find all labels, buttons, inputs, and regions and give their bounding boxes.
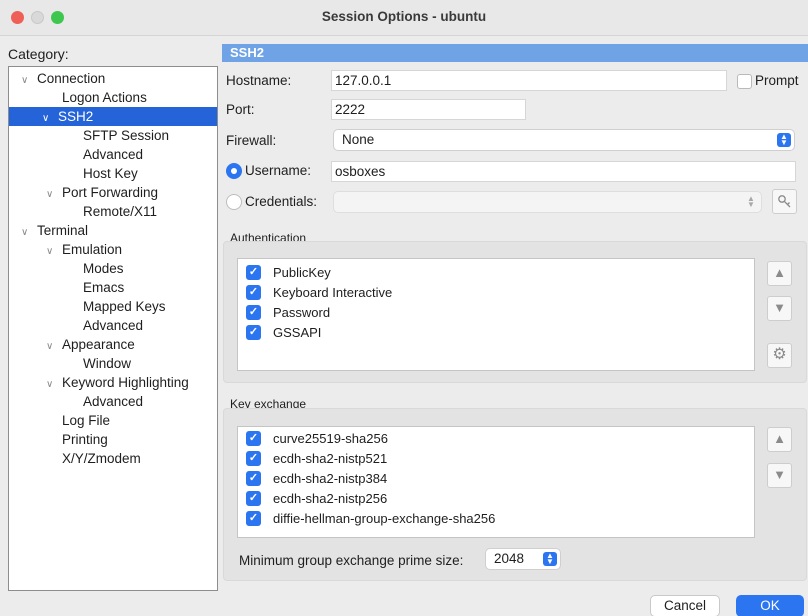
username-radio[interactable] (226, 163, 242, 179)
checkbox[interactable]: ✓ (246, 305, 261, 321)
tree-item-emulation-advanced[interactable]: Advanced (83, 316, 143, 335)
chevron-updown-icon: ▲ ▼ (747, 194, 755, 209)
tree-item-log-file[interactable]: Log File (62, 411, 110, 430)
list-item[interactable]: ✓ curve25519-sha256 (246, 430, 388, 448)
authentication-list[interactable]: ✓ PublicKey ✓ Keyboard Interactive ✓ Passwo… (237, 258, 755, 371)
arrow-up-icon[interactable]: ▲ (767, 427, 792, 452)
ok-button[interactable]: OK (736, 595, 804, 616)
tree-item-connection[interactable]: ∨ Connection (21, 69, 105, 88)
prompt-checkbox[interactable] (737, 74, 752, 89)
gear-icon[interactable]: ⚙ (767, 343, 792, 368)
tree-item-mapped-keys[interactable]: Mapped Keys (83, 297, 166, 316)
firewall-label: Firewall: (226, 133, 277, 148)
checkbox[interactable]: ✓ (246, 265, 261, 281)
checkbox[interactable]: ✓ (246, 325, 261, 341)
list-item[interactable]: ✓ ecdh-sha2-nistp521 (246, 450, 387, 468)
chevron-updown-icon: ▲ ▼ (543, 552, 557, 566)
tree-item-printing[interactable]: Printing (62, 430, 108, 449)
hostname-field[interactable]: 127.0.0.1 (331, 70, 727, 91)
tree-item-logon-actions[interactable]: Logon Actions (62, 88, 147, 107)
list-item[interactable]: ✓ diffie-hellman-group-exchange-sha256 (246, 510, 495, 528)
key-exchange-group: ✓ curve25519-sha256 ✓ ecdh-sha2-nistp521 ✓… (223, 408, 807, 581)
tree-item-emacs[interactable]: Emacs (83, 278, 124, 297)
username-label: Username: (245, 163, 312, 178)
tree-item-window[interactable]: Window (83, 354, 131, 373)
key-icon[interactable] (772, 189, 797, 214)
checkbox[interactable]: ✓ (246, 451, 261, 467)
arrow-up-icon[interactable]: ▲ (767, 261, 792, 286)
firewall-select[interactable]: None ▲ ▼ (333, 129, 795, 151)
port-field[interactable]: 2222 (331, 99, 526, 120)
tree-item-host-key[interactable]: Host Key (83, 164, 138, 183)
credentials-select[interactable]: ▲ ▼ (333, 191, 762, 213)
tree-item-xyzmodem[interactable]: X/Y/Zmodem (62, 449, 141, 468)
chevron-down-icon[interactable]: ∨ (46, 242, 62, 261)
cancel-button[interactable]: Cancel (650, 595, 720, 616)
username-field[interactable]: osboxes (331, 161, 796, 182)
list-item[interactable]: ✓ Keyboard Interactive (246, 284, 392, 302)
key-exchange-list[interactable]: ✓ curve25519-sha256 ✓ ecdh-sha2-nistp521 ✓… (237, 426, 755, 538)
chevron-down-icon[interactable]: ∨ (46, 375, 62, 394)
min-prime-select[interactable]: 2048 ▲ ▼ (485, 548, 561, 570)
tree-item-keyword-highlighting[interactable]: ∨ Keyword Highlighting (46, 373, 189, 392)
chevron-down-icon[interactable]: ∨ (21, 71, 37, 90)
tree-item-terminal[interactable]: ∨ Terminal (21, 221, 88, 240)
chevron-down-icon[interactable]: ∨ (46, 337, 62, 356)
chevron-updown-icon: ▲ ▼ (777, 133, 791, 147)
tree-item-remote-x11[interactable]: Remote/X11 (83, 202, 157, 221)
tree-item-sftp-session[interactable]: SFTP Session (83, 126, 169, 145)
window-title: Session Options - ubuntu (321, 9, 487, 24)
credentials-label: Credentials: (245, 194, 318, 209)
title-bar: Session Options - ubuntu (0, 0, 808, 36)
credentials-radio[interactable] (226, 194, 242, 210)
tree-item-emulation[interactable]: ∨ Emulation (46, 240, 122, 259)
checkbox[interactable]: ✓ (246, 471, 261, 487)
chevron-down-icon[interactable]: ∨ (21, 223, 37, 242)
tree-item-port-forwarding[interactable]: ∨ Port Forwarding (46, 183, 158, 202)
list-item[interactable]: ✓ GSSAPI (246, 324, 321, 342)
tree-item-keyword-advanced[interactable]: Advanced (83, 392, 143, 411)
tree-item-appearance[interactable]: ∨ Appearance (46, 335, 135, 354)
checkbox[interactable]: ✓ (246, 285, 261, 301)
list-item[interactable]: ✓ Password (246, 304, 330, 322)
list-item[interactable]: ✓ PublicKey (246, 264, 331, 282)
chevron-down-icon[interactable]: ∨ (42, 109, 58, 128)
tree-item-ssh2-advanced[interactable]: Advanced (83, 145, 143, 164)
arrow-down-icon[interactable]: ▼ (767, 296, 792, 321)
list-item[interactable]: ✓ ecdh-sha2-nistp384 (246, 470, 387, 488)
arrow-down-icon[interactable]: ▼ (767, 463, 792, 488)
tree-item-ssh2[interactable]: ∨ SSH2 (9, 107, 217, 126)
port-label: Port: (226, 102, 255, 117)
checkbox[interactable]: ✓ (246, 491, 261, 507)
min-prime-label: Minimum group exchange prime size: (239, 553, 464, 568)
prompt-label: Prompt (755, 73, 799, 88)
category-label: Category: (8, 46, 69, 62)
checkbox[interactable]: ✓ (246, 511, 261, 527)
category-tree[interactable]: ∨ Connection Logon Actions ∨ SSH2 SFTP Ses… (8, 66, 218, 591)
authentication-group: ✓ PublicKey ✓ Keyboard Interactive ✓ Passwo… (223, 241, 807, 383)
hostname-label: Hostname: (226, 73, 292, 88)
section-title: SSH2 (222, 44, 808, 62)
tree-item-modes[interactable]: Modes (83, 259, 124, 278)
checkbox[interactable]: ✓ (246, 431, 261, 447)
chevron-down-icon[interactable]: ∨ (46, 185, 62, 204)
list-item[interactable]: ✓ ecdh-sha2-nistp256 (246, 490, 387, 508)
